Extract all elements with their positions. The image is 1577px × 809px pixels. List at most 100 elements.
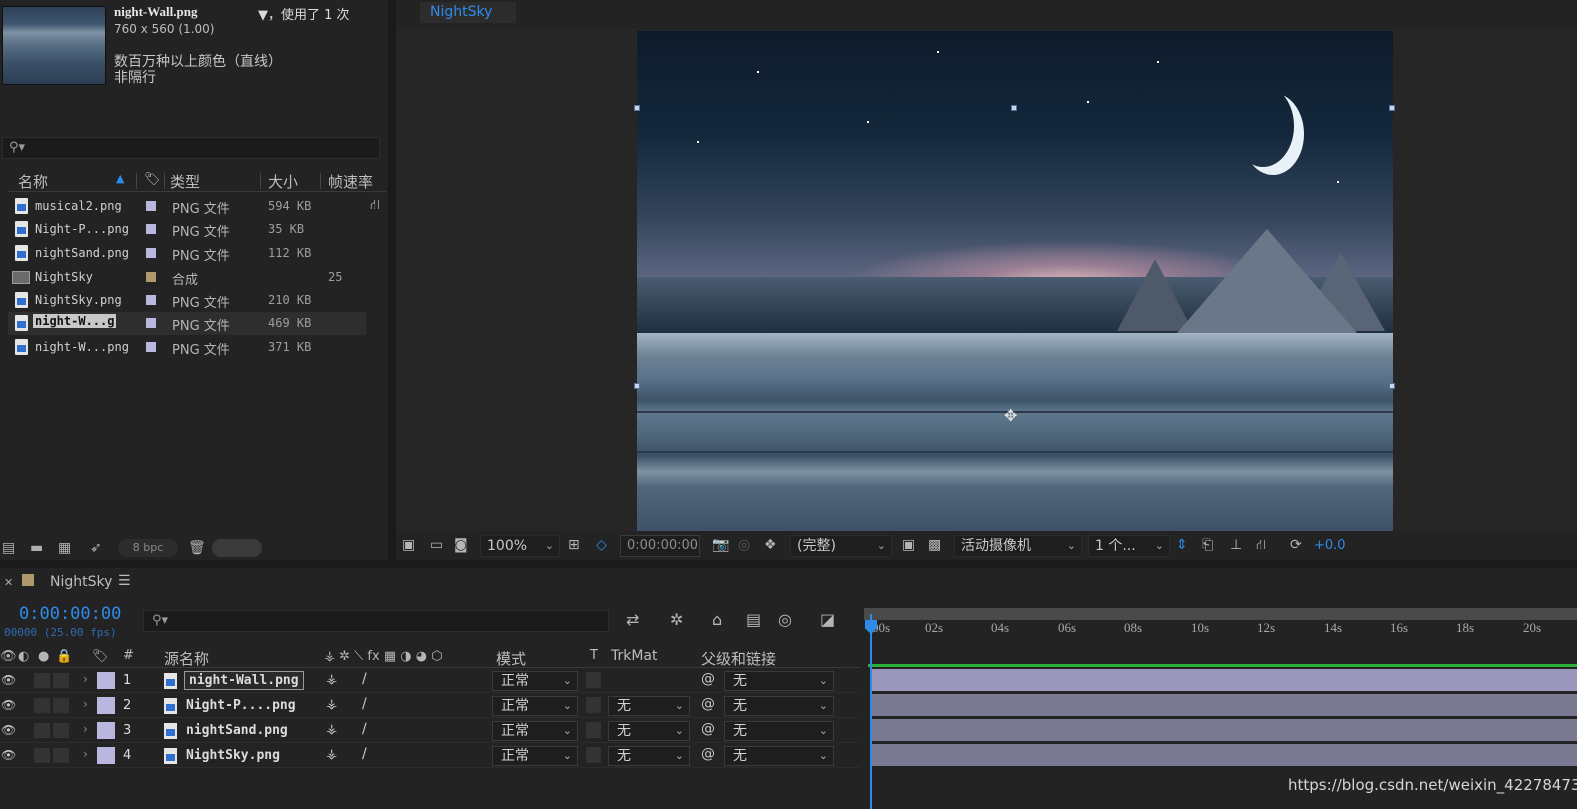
channels-icon[interactable]: ❖ — [764, 537, 777, 553]
draft-3d-icon[interactable]: ✲ — [670, 610, 683, 629]
project-search-input[interactable]: ⚲▾ — [2, 137, 380, 159]
quality-switch-icon[interactable]: / — [362, 746, 367, 762]
interpret-footage-icon[interactable]: ▤ — [2, 540, 15, 556]
pickwhip-icon[interactable]: @ — [701, 671, 715, 687]
resolution-dropdown[interactable]: (完整) ⌄ — [790, 535, 892, 557]
shy-switch-icon[interactable]: ⚶ — [326, 697, 337, 712]
timeline-icon[interactable]: ⊥ — [1230, 537, 1242, 553]
project-item[interactable]: musical2.png PNG 文件 594 KB — [8, 195, 366, 218]
blend-mode-dropdown[interactable]: 正常 ⌄ — [492, 746, 578, 766]
label-tag-icon[interactable]: 🏷 — [144, 172, 161, 187]
eye-icon[interactable]: 👁 — [1, 673, 16, 687]
current-time-indicator[interactable] — [870, 614, 872, 809]
video-toggle-icon[interactable]: 👁 — [0, 649, 17, 664]
shy-switch-icon[interactable]: ⚶ — [326, 747, 337, 762]
transparency-grid-icon[interactable]: ◇ — [596, 537, 607, 553]
camera-dropdown[interactable]: 活动摄像机 ⌄ — [954, 535, 1082, 557]
eye-icon[interactable]: 👁 — [1, 723, 16, 737]
region-of-interest-icon[interactable]: ▣ — [902, 537, 915, 553]
thumbnail-slider[interactable] — [212, 539, 262, 557]
layer-label-swatch[interactable] — [97, 672, 115, 689]
chevron-right-icon[interactable]: › — [83, 672, 88, 686]
toggle-pixel-aspect-icon[interactable]: ⇕ — [1176, 537, 1188, 553]
label-swatch[interactable] — [146, 248, 156, 258]
chevron-right-icon[interactable]: › — [83, 697, 88, 711]
trash-icon[interactable]: 🗑 — [188, 540, 206, 556]
layer-toggle[interactable] — [34, 748, 50, 763]
mask-view-icon[interactable]: ◙ — [454, 537, 468, 553]
anchor-point-icon[interactable]: ✥ — [1004, 406, 1017, 425]
preserve-transparency-toggle[interactable] — [586, 697, 601, 713]
layer-search-input[interactable]: ⚲▾ — [143, 610, 609, 632]
pickwhip-icon[interactable]: @ — [701, 721, 715, 737]
new-composition-icon[interactable]: ▦ — [58, 540, 71, 556]
parent-dropdown[interactable]: 无 ⌄ — [724, 721, 834, 741]
flowchart-icon[interactable]: ⛙ — [1256, 537, 1266, 555]
sort-ascending-icon[interactable]: ▲ — [116, 172, 124, 185]
blend-mode-dropdown[interactable]: 正常 ⌄ — [492, 721, 578, 741]
layer-duration-bar[interactable] — [870, 744, 1577, 766]
project-item[interactable]: NightSky.png PNG 文件 210 KB — [8, 289, 366, 312]
reset-exposure-icon[interactable]: ⟳ — [1290, 537, 1302, 553]
label-swatch[interactable] — [146, 224, 156, 234]
blend-mode-dropdown[interactable]: 正常 ⌄ — [492, 671, 578, 691]
layer-label-swatch[interactable] — [97, 722, 115, 739]
motion-blur-icon[interactable]: ◎ — [778, 610, 792, 629]
tab-nightsky[interactable]: NightSky — [420, 2, 516, 23]
graph-editor-icon[interactable]: ◪ — [820, 610, 835, 629]
layer-toggle[interactable] — [53, 673, 69, 688]
label-swatch[interactable] — [146, 295, 156, 305]
project-item[interactable]: night-W...png PNG 文件 371 KB — [8, 336, 366, 359]
item-name[interactable]: night-W...g — [33, 314, 117, 328]
column-name[interactable]: 名称 — [18, 171, 48, 192]
transform-handle[interactable] — [634, 105, 640, 111]
quality-switch-icon[interactable]: / — [362, 671, 367, 687]
layer-row[interactable]: 👁 › 4 NightSky.png ⚶ / 正常 ⌄ 无 ⌄ @ 无 ⌄ — [0, 744, 860, 768]
panel-divider[interactable] — [0, 560, 1577, 568]
always-preview-icon[interactable]: ▣ — [402, 537, 415, 553]
preserve-transparency-toggle[interactable] — [586, 672, 601, 688]
layer-label-swatch[interactable] — [97, 697, 115, 714]
trkmat-dropdown[interactable]: 无 ⌄ — [608, 721, 690, 741]
preserve-transparency-toggle[interactable] — [586, 747, 601, 763]
project-item-selected[interactable]: night-W...g PNG 文件 469 KB — [8, 312, 366, 335]
layer-toggle[interactable] — [34, 698, 50, 713]
transform-handle[interactable] — [1389, 105, 1395, 111]
shy-switch-icon[interactable]: ⚶ — [326, 722, 337, 737]
tab-timeline-nightsky[interactable]: NightSky — [50, 574, 112, 590]
pickwhip-icon[interactable]: @ — [701, 696, 715, 712]
eye-icon[interactable]: 👁 — [1, 748, 16, 762]
time-ruler[interactable]: 00s 02s 04s 06s 08s 10s 12s 14s 16s 18s … — [864, 606, 1577, 642]
render-queue-icon[interactable]: ➶ — [90, 540, 102, 556]
views-dropdown[interactable]: 1 个... ⌄ — [1088, 535, 1170, 557]
project-item[interactable]: Night-P...png PNG 文件 35 KB — [8, 218, 366, 241]
transform-handle[interactable] — [1011, 105, 1017, 111]
column-fps[interactable]: 帧速率 — [328, 171, 373, 192]
layer-row[interactable]: 👁 › 3 nightSand.png ⚶ / 正常 ⌄ 无 ⌄ @ 无 ⌄ — [0, 719, 860, 743]
layer-toggle[interactable] — [53, 698, 69, 713]
asset-usage[interactable]: ▼，使用了 1 次 — [258, 4, 350, 23]
layer-row[interactable]: 👁 › 1 night-Wall.png ⚶ / 正常 ⌄ @ 无 ⌄ — [0, 669, 860, 693]
panel-divider[interactable] — [388, 0, 396, 560]
fast-previews-icon[interactable]: ⎗ — [1202, 537, 1213, 553]
layer-label-swatch[interactable] — [97, 747, 115, 764]
layer-duration-bar[interactable] — [870, 719, 1577, 741]
project-item[interactable]: nightSand.png PNG 文件 112 KB — [8, 242, 366, 265]
audio-toggle-icon[interactable]: ◐ — [18, 649, 29, 664]
exposure-value[interactable]: +0.0 — [1314, 538, 1346, 553]
layer-duration-bar[interactable] — [870, 669, 1577, 691]
lock-icon[interactable]: 🔒 — [56, 649, 72, 664]
layer-row[interactable]: 👁 › 2 Night-P....png ⚶ / 正常 ⌄ 无 ⌄ @ 无 ⌄ — [0, 694, 860, 718]
zoom-dropdown[interactable]: 100% ⌄ — [480, 535, 560, 557]
quality-switch-icon[interactable]: / — [362, 696, 367, 712]
layer-name[interactable]: NightSky.png — [186, 748, 280, 763]
label-swatch[interactable] — [146, 272, 156, 282]
close-icon[interactable]: ✕ — [4, 576, 13, 589]
wall-layer[interactable] — [637, 333, 1393, 531]
panel-menu-icon[interactable]: ☰ — [118, 573, 131, 589]
layer-name[interactable]: night-Wall.png — [184, 671, 304, 690]
toggle-transparency-icon[interactable]: ▩ — [928, 537, 941, 553]
viewer-timecode[interactable]: 0:00:00:00 — [620, 535, 700, 557]
project-item[interactable]: NightSky 合成 25 — [8, 266, 366, 289]
transform-handle[interactable] — [1389, 383, 1395, 389]
